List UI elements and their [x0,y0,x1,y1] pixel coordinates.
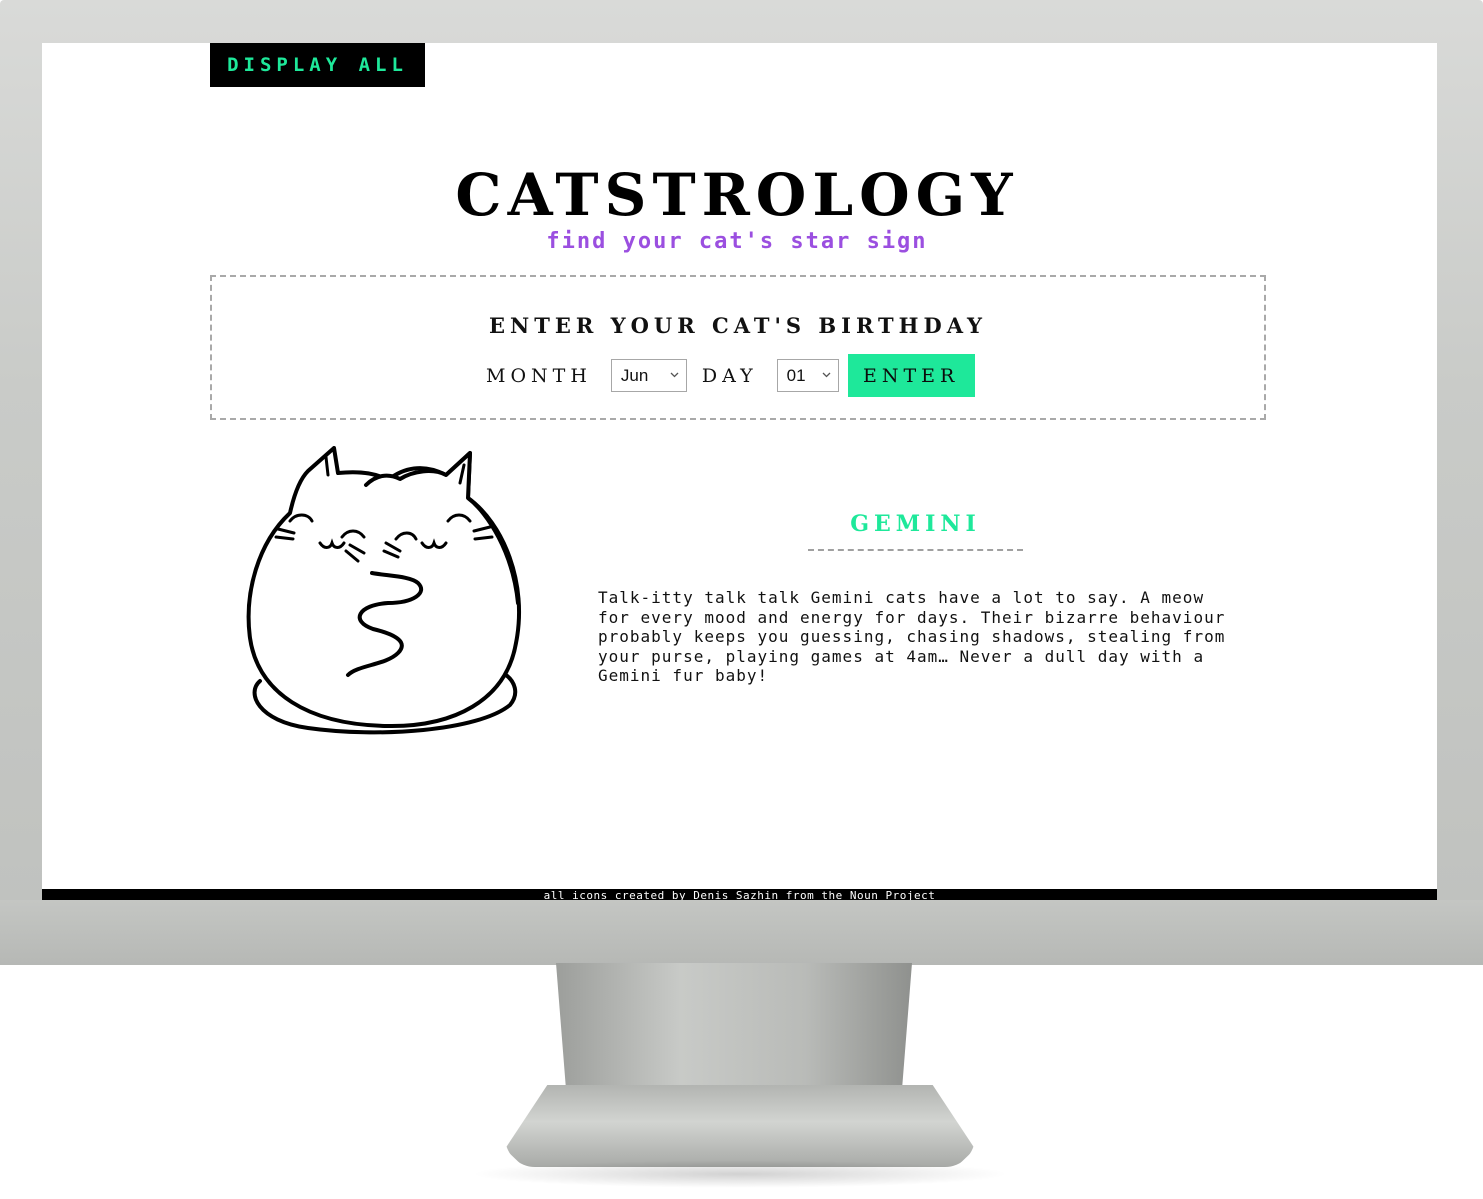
page-subtitle: find your cat's star sign [546,229,928,254]
form-heading: ENTER YOUR CAT'S BIRTHDAY [489,313,987,338]
month-label: MONTH [486,364,592,387]
enter-button[interactable]: ENTER [847,354,975,397]
sign-underline [808,549,1023,551]
day-label: DAY [701,364,758,387]
month-select[interactable]: Jun [610,359,687,392]
sign-name: GEMINI [850,511,981,537]
footer-credit: all icons created by Denis Sazhin from t… [42,889,1437,900]
monitor-shadow [470,1160,1010,1188]
day-select-value: 01 [786,365,806,385]
hugging-cats-icon [246,446,521,735]
screen: DISPLAY ALL CATSTROLOGY find your cat's … [42,43,1437,900]
monitor-chin [0,900,1483,965]
display-all-button[interactable]: DISPLAY ALL [210,43,425,87]
chevron-down-icon [670,372,679,378]
day-select[interactable]: 01 [776,359,839,392]
sign-description: Talk-itty talk talk Gemini cats have a l… [598,588,1226,685]
form-row: MONTH Jun DAY 01 ENTER [486,354,975,397]
chevron-down-icon [822,372,831,378]
birthday-form: ENTER YOUR CAT'S BIRTHDAY MONTH Jun DAY … [210,275,1266,420]
page-title: CATSTROLOGY [455,161,1019,229]
month-select-value: Jun [620,365,649,385]
monitor-stand-base [505,1085,975,1167]
